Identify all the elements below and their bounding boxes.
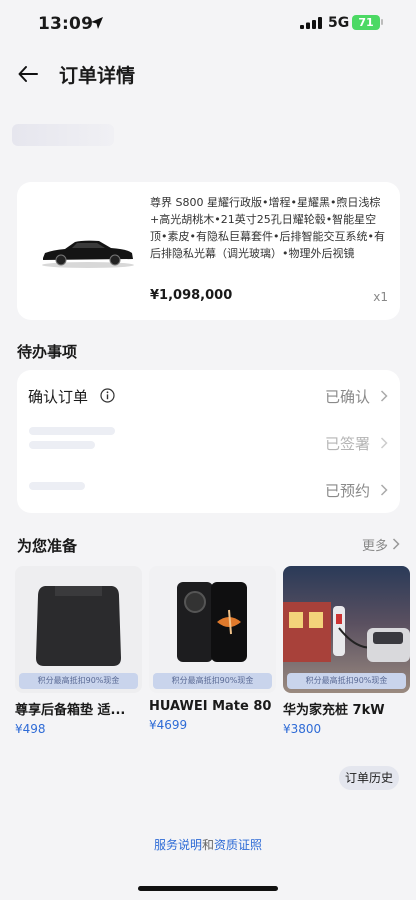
recommend-price: ¥4699 (149, 718, 188, 732)
order-history-button[interactable]: 订单历史 (339, 766, 399, 790)
todo-status: 已签署 (324, 435, 370, 453)
trunk-mat-image: 积分最高抵扣90%现金 (15, 566, 142, 693)
recommend-item[interactable]: 积分最高抵扣90%现金 尊享后备箱垫 适... ¥498 (15, 566, 142, 736)
blurred-label (29, 427, 115, 435)
info-icon[interactable] (100, 388, 115, 403)
status-bar: 13:09 5G 71 (0, 0, 416, 44)
recommend-item[interactable]: 积分最高抵扣90%现金 华为家充桩 7kW ¥3800 (283, 566, 410, 736)
todo-row-confirm-order[interactable]: 确认订单 已确认 (17, 372, 400, 418)
product-description: 尊界 S800 星耀行政版•增程•星耀黑•煦日浅棕+高光胡桃木•21英寸25孔日… (150, 196, 385, 260)
footer-links: 服务说明和资质证照 (0, 836, 416, 853)
points-banner: 积分最高抵扣90%现金 (19, 673, 138, 689)
footer-and: 和 (201, 838, 214, 852)
recommend-section-title: 为您准备 (17, 537, 78, 555)
charger-image: 积分最高抵扣90%现金 (283, 566, 410, 693)
todo-status: 已预约 (324, 482, 370, 500)
blurred-label (29, 441, 95, 449)
chevron-right-icon (380, 437, 388, 449)
recommend-title: 华为家充桩 7kW (283, 703, 385, 718)
signal-icon (300, 17, 322, 29)
product-quantity: x1 (373, 290, 388, 304)
chevron-right-icon[interactable] (392, 538, 400, 550)
todo-row-sign[interactable]: 已签署 (17, 419, 400, 465)
nav-bar: 订单详情 (0, 52, 416, 96)
location-arrow-icon (91, 17, 103, 29)
chevron-right-icon (380, 484, 388, 496)
blurred-order-info (12, 124, 114, 146)
battery-icon: 71 (352, 15, 380, 30)
page-title: 订单详情 (59, 65, 136, 87)
todo-status: 已确认 (324, 388, 370, 406)
qualification-link[interactable]: 资质证照 (214, 838, 262, 852)
recommend-item[interactable]: 积分最高抵扣90%现金 HUAWEI Mate 80 ¥4699 (149, 566, 276, 732)
status-time: 13:09 (38, 14, 94, 34)
points-banner: 积分最高抵扣90%现金 (153, 673, 272, 689)
home-indicator[interactable] (138, 886, 278, 891)
battery-cap (381, 19, 383, 25)
phone-image: 积分最高抵扣90%现金 (149, 566, 276, 693)
recommend-title: 尊享后备箱垫 适... (15, 703, 126, 718)
product-card[interactable]: 尊界 S800 星耀行政版•增程•星耀黑•煦日浅棕+高光胡桃木•21英寸25孔日… (17, 182, 400, 320)
more-link[interactable]: 更多 (362, 535, 388, 554)
recommend-title: HUAWEI Mate 80 (149, 699, 272, 714)
product-price: ¥1,098,000 (150, 288, 233, 303)
chevron-right-icon (380, 390, 388, 402)
recommend-price: ¥498 (15, 722, 46, 736)
service-terms-link[interactable]: 服务说明 (154, 838, 202, 852)
car-image (42, 240, 134, 268)
network-type: 5G (328, 15, 350, 31)
todo-section-title: 待办事项 (17, 343, 78, 361)
back-arrow-icon[interactable] (16, 62, 40, 86)
recommend-price: ¥3800 (283, 722, 322, 736)
blurred-label (29, 482, 85, 490)
points-banner: 积分最高抵扣90%现金 (287, 673, 406, 689)
todo-row-appointment[interactable]: 已预约 (17, 466, 400, 512)
todo-card: 确认订单 已确认 已签署 已预约 (17, 370, 400, 513)
todo-label: 确认订单 (28, 388, 89, 406)
